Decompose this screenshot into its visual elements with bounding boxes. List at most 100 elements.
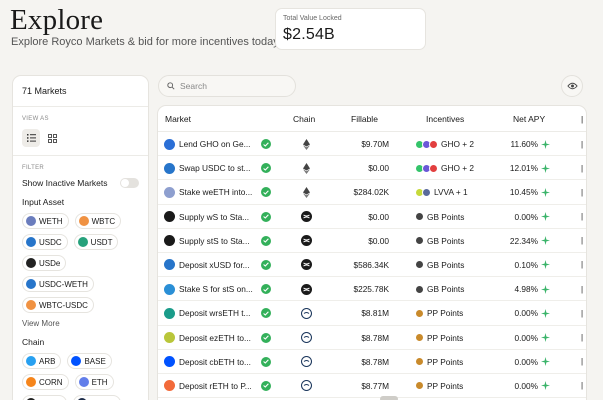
token-icon bbox=[71, 356, 82, 366]
apy-cell[interactable]: 0.00% bbox=[498, 350, 550, 374]
sparkle-icon bbox=[541, 260, 550, 270]
asset-chip-wbtc-usdc[interactable]: WBTC-USDC bbox=[22, 297, 94, 313]
apy-cell[interactable]: 0.00% bbox=[498, 326, 550, 350]
sonic-icon bbox=[300, 259, 312, 271]
incentive-token-icon bbox=[415, 260, 424, 270]
header-fillable[interactable]: Fillable bbox=[351, 114, 378, 124]
incentive-token-icon bbox=[422, 187, 431, 197]
table-row[interactable]: Deposit wrsETH t... $8.81M PP Points 0.00% | bbox=[158, 301, 586, 326]
table-row[interactable]: Stake weETH into... $284.02K LVVA + 1 10.45… bbox=[158, 180, 586, 205]
apy-cell[interactable]: 0.00% bbox=[498, 301, 550, 325]
chain-cell bbox=[299, 253, 313, 277]
chip-label: USDe bbox=[39, 258, 61, 268]
apy-cell[interactable]: 10.45% bbox=[498, 180, 550, 204]
fillable-value: $0.00 bbox=[368, 163, 389, 174]
chain-chip-eth[interactable]: ETH bbox=[74, 374, 114, 390]
apy-cell[interactable]: 11.60% bbox=[498, 132, 550, 156]
header-incentives[interactable]: Incentives bbox=[426, 114, 464, 124]
incentive-label: GB Points bbox=[427, 284, 465, 295]
table-row[interactable]: Deposit ezETH to... $8.78M PP Points 0.00% | bbox=[158, 326, 586, 350]
asset-chip-wbtc[interactable]: WBTC bbox=[74, 213, 122, 229]
apy-value: 0.00% bbox=[514, 356, 538, 367]
apy-value: 0.00% bbox=[514, 332, 538, 343]
incentive-label: PP Points bbox=[427, 308, 464, 319]
show-inactive-label: Show Inactive Markets bbox=[22, 178, 108, 188]
header-chain[interactable]: Chain bbox=[293, 114, 315, 124]
row-edge: | bbox=[581, 236, 584, 246]
sparkle-icon bbox=[541, 284, 550, 294]
table-row[interactable]: Stake S for stS on... $225.78K GB Points 4.… bbox=[158, 277, 586, 302]
table-row[interactable]: Lend GHO on Ge... $9.70M GHO + 2 11.60% | bbox=[158, 132, 586, 157]
apy-cell[interactable]: 22.34% bbox=[498, 229, 550, 253]
verified-check-icon bbox=[261, 259, 271, 270]
token-icon bbox=[26, 216, 36, 226]
incentives-cell[interactable]: LVVA + 1 bbox=[415, 180, 487, 204]
market-cell: Supply wS to Sta... bbox=[164, 205, 272, 229]
asset-chip-usdc[interactable]: USDC bbox=[22, 234, 68, 250]
fillable-value: $8.78M bbox=[361, 332, 389, 343]
incentives-cell[interactable]: PP Points bbox=[415, 326, 487, 350]
verified-cell bbox=[261, 156, 273, 180]
incentives-cell[interactable]: GHO + 2 bbox=[415, 156, 487, 180]
list-view-button[interactable] bbox=[22, 129, 40, 147]
incentive-token-icon bbox=[429, 163, 438, 173]
verified-cell bbox=[261, 205, 273, 229]
header-market[interactable]: Market bbox=[165, 114, 191, 124]
apy-cell[interactable]: 0.00% bbox=[498, 205, 550, 229]
chain-cell bbox=[299, 277, 313, 301]
chain-chip-arb[interactable]: ARB bbox=[22, 353, 62, 369]
incentives-cell[interactable]: GB Points bbox=[415, 229, 487, 253]
incentives-cell[interactable]: PP Points bbox=[415, 301, 487, 325]
apy-cell[interactable]: 0.10% bbox=[498, 253, 550, 277]
chip-label: CORN bbox=[39, 377, 63, 387]
fillable-value: $9.70M bbox=[361, 139, 389, 149]
apy-cell[interactable]: 4.98% bbox=[498, 277, 550, 301]
sparkle-icon bbox=[541, 187, 550, 197]
table-row[interactable]: Swap USDC to st... $0.00 GHO + 2 12.01% | bbox=[158, 156, 586, 181]
market-name: Deposit wrsETH t... bbox=[179, 308, 251, 319]
asset-chip-usdc-weth[interactable]: USDC-WETH bbox=[22, 276, 94, 292]
chain-chip-hype[interactable]: HYPE bbox=[22, 395, 67, 400]
incentives-cell[interactable]: PP Points bbox=[415, 374, 487, 398]
search-input[interactable]: Search bbox=[158, 75, 296, 97]
table-row[interactable]: Deposit rETH to P... $8.77M PP Points 0.00%… bbox=[158, 374, 586, 399]
apy-value: 11.60% bbox=[510, 139, 538, 149]
incentives-cell[interactable]: GB Points bbox=[415, 205, 487, 229]
stake-icon bbox=[164, 186, 175, 198]
incentive-label: GB Points bbox=[427, 235, 465, 246]
incentives-cell[interactable]: PP Points bbox=[415, 350, 487, 374]
table-row[interactable]: Supply stS to Sta... $0.00 GB Points 22.34%… bbox=[158, 229, 586, 253]
chip-label: USDC-WETH bbox=[39, 279, 88, 289]
table-row[interactable]: Deposit cbETH to... $8.78M PP Points 0.00% | bbox=[158, 350, 586, 374]
hyperliquid-icon bbox=[300, 356, 312, 368]
table-row[interactable]: Deposit xUSD for... $586.34K GB Points 0.10… bbox=[158, 253, 586, 278]
chain-chip-corn[interactable]: CORN bbox=[22, 374, 69, 390]
market-name: Deposit xUSD for... bbox=[179, 259, 250, 270]
incentives-cell[interactable]: GB Points bbox=[415, 277, 487, 301]
token-icon bbox=[26, 300, 36, 310]
chain-chip-sonic[interactable]: SONIC bbox=[72, 395, 122, 400]
market-name: Stake S for stS on... bbox=[179, 284, 253, 295]
asset-chip-weth[interactable]: WETH bbox=[22, 213, 69, 229]
asset-chip-usdt[interactable]: USDT bbox=[73, 234, 119, 250]
scroll-indicator[interactable] bbox=[380, 396, 398, 400]
grid-view-button[interactable] bbox=[43, 129, 61, 147]
apy-cell[interactable]: 0.00% bbox=[498, 374, 550, 398]
apy-cell[interactable]: 12.01% bbox=[498, 156, 550, 180]
view-more-link[interactable]: View More bbox=[13, 313, 148, 328]
chain-chip-base[interactable]: BASE bbox=[67, 353, 112, 369]
header-net-apy[interactable]: Net APY bbox=[513, 114, 545, 124]
verified-cell bbox=[261, 132, 273, 156]
token-icon bbox=[78, 377, 89, 387]
table-row[interactable]: Supply wS to Sta... $0.00 GB Points 0.00% | bbox=[158, 205, 586, 229]
market-cell: Swap USDC to st... bbox=[164, 156, 272, 180]
filter-sidebar: 71 Markets VIEW AS FILTER Show Inactive … bbox=[12, 75, 149, 400]
visibility-button[interactable] bbox=[561, 75, 583, 97]
market-cell: Deposit ezETH to... bbox=[164, 326, 272, 350]
incentives-cell[interactable]: GHO + 2 bbox=[415, 132, 487, 156]
incentive-icons bbox=[415, 333, 424, 342]
chain-cell bbox=[299, 156, 313, 180]
incentives-cell[interactable]: GB Points bbox=[415, 253, 487, 277]
asset-chip-usde[interactable]: USDe bbox=[22, 255, 67, 271]
show-inactive-toggle[interactable] bbox=[120, 178, 139, 188]
